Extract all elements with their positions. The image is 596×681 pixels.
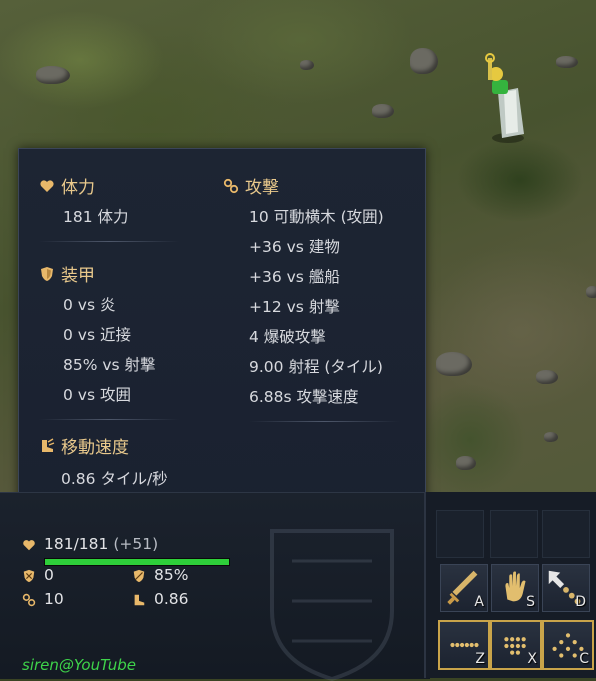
attack-value: 10 (44, 590, 64, 608)
armor-row-siege: 0 vs 攻囲 (63, 386, 131, 404)
heart-icon (40, 179, 54, 192)
attack-row-splash: 4 爆破攻撃 (249, 328, 326, 346)
rock-decor (544, 432, 558, 442)
box-formation-button[interactable]: X (490, 620, 542, 670)
divider (39, 241, 179, 242)
crest-emblem (270, 529, 394, 681)
spread-formation-button[interactable]: C (542, 620, 594, 670)
rock-decor (372, 104, 394, 118)
ranged-armor-icon (133, 569, 145, 583)
rock-decor (536, 370, 558, 384)
rock-decor (586, 286, 596, 298)
attack-command-button[interactable]: A (440, 564, 488, 612)
command-slot-empty (542, 510, 590, 558)
attack-row-vs-ranged: +12 vs 射撃 (249, 298, 340, 316)
line-formation-button[interactable]: Z (438, 620, 490, 670)
speed-header: 移動速度 (39, 433, 129, 458)
hotkey-label: D (575, 594, 586, 610)
attack-row-vs-ships: +36 vs 艦船 (249, 268, 340, 286)
speed-title: 移動速度 (61, 438, 129, 458)
rock-decor (36, 66, 70, 84)
hotkey-label: Z (475, 651, 485, 667)
boot-icon (42, 437, 55, 452)
ranged-armor-value: 85% (154, 566, 189, 584)
armor-header: 装甲 (39, 261, 95, 286)
command-slot-empty (436, 510, 484, 558)
health-title: 体力 (61, 178, 95, 198)
armor-row-ranged: 85% vs 射撃 (63, 356, 156, 374)
speed-value: 0.86 タイル/秒 (61, 470, 168, 488)
armor-row-melee: 0 vs 近接 (63, 326, 131, 344)
health-header: 体力 (39, 173, 95, 198)
attack-row-speed: 6.88s 攻撃速度 (249, 388, 359, 406)
attack-row-damage: 10 可動横木 (攻囲) (249, 208, 384, 226)
boot-icon (134, 594, 145, 606)
selected-unit-sprite[interactable] (484, 52, 528, 144)
hp-bar (44, 558, 230, 566)
divider (249, 421, 399, 422)
hp-bar-fill (45, 559, 229, 565)
attack-row-vs-buildings: +36 vs 建物 (249, 238, 340, 256)
rock-decor (300, 60, 314, 70)
attack-title: 攻撃 (245, 178, 279, 198)
hotkey-label: A (474, 594, 484, 610)
rock-decor (556, 56, 578, 68)
attack-row-range: 9.00 射程 (タイル) (249, 358, 383, 376)
melee-armor-value: 0 (44, 566, 54, 584)
attack-icon (22, 593, 36, 607)
armor-row-fire: 0 vs 炎 (63, 296, 116, 314)
watermark: siren@YouTube (22, 656, 136, 674)
armor-title: 装甲 (61, 266, 95, 286)
hotkey-label: S (526, 594, 535, 610)
rock-decor (410, 48, 438, 74)
hotkey-label: C (579, 651, 589, 667)
rock-decor (436, 352, 472, 376)
hp-value: 181/181 (44, 535, 109, 553)
attack-header: 攻撃 (223, 173, 279, 198)
hp-text: 181/181 (+51) (44, 535, 158, 553)
attack-icon (223, 178, 239, 193)
speed-value-hud: 0.86 (154, 590, 189, 608)
command-slot-empty (490, 510, 538, 558)
hotkey-label: X (527, 651, 537, 667)
divider (39, 419, 179, 420)
health-value: 181 体力 (63, 208, 129, 226)
heart-icon (23, 540, 35, 551)
hp-bonus: (+51) (113, 535, 159, 553)
rock-decor (456, 456, 476, 470)
shield-icon (41, 266, 53, 281)
unit-info-panel (0, 492, 430, 681)
waypoint-command-button[interactable]: D (542, 564, 590, 612)
unit-stats-tooltip: 体力 181 体力 装甲 0 vs 炎 0 vs 近接 85% vs 射撃 0 … (18, 148, 426, 534)
melee-armor-icon (23, 569, 35, 583)
stop-command-button[interactable]: S (491, 564, 539, 612)
